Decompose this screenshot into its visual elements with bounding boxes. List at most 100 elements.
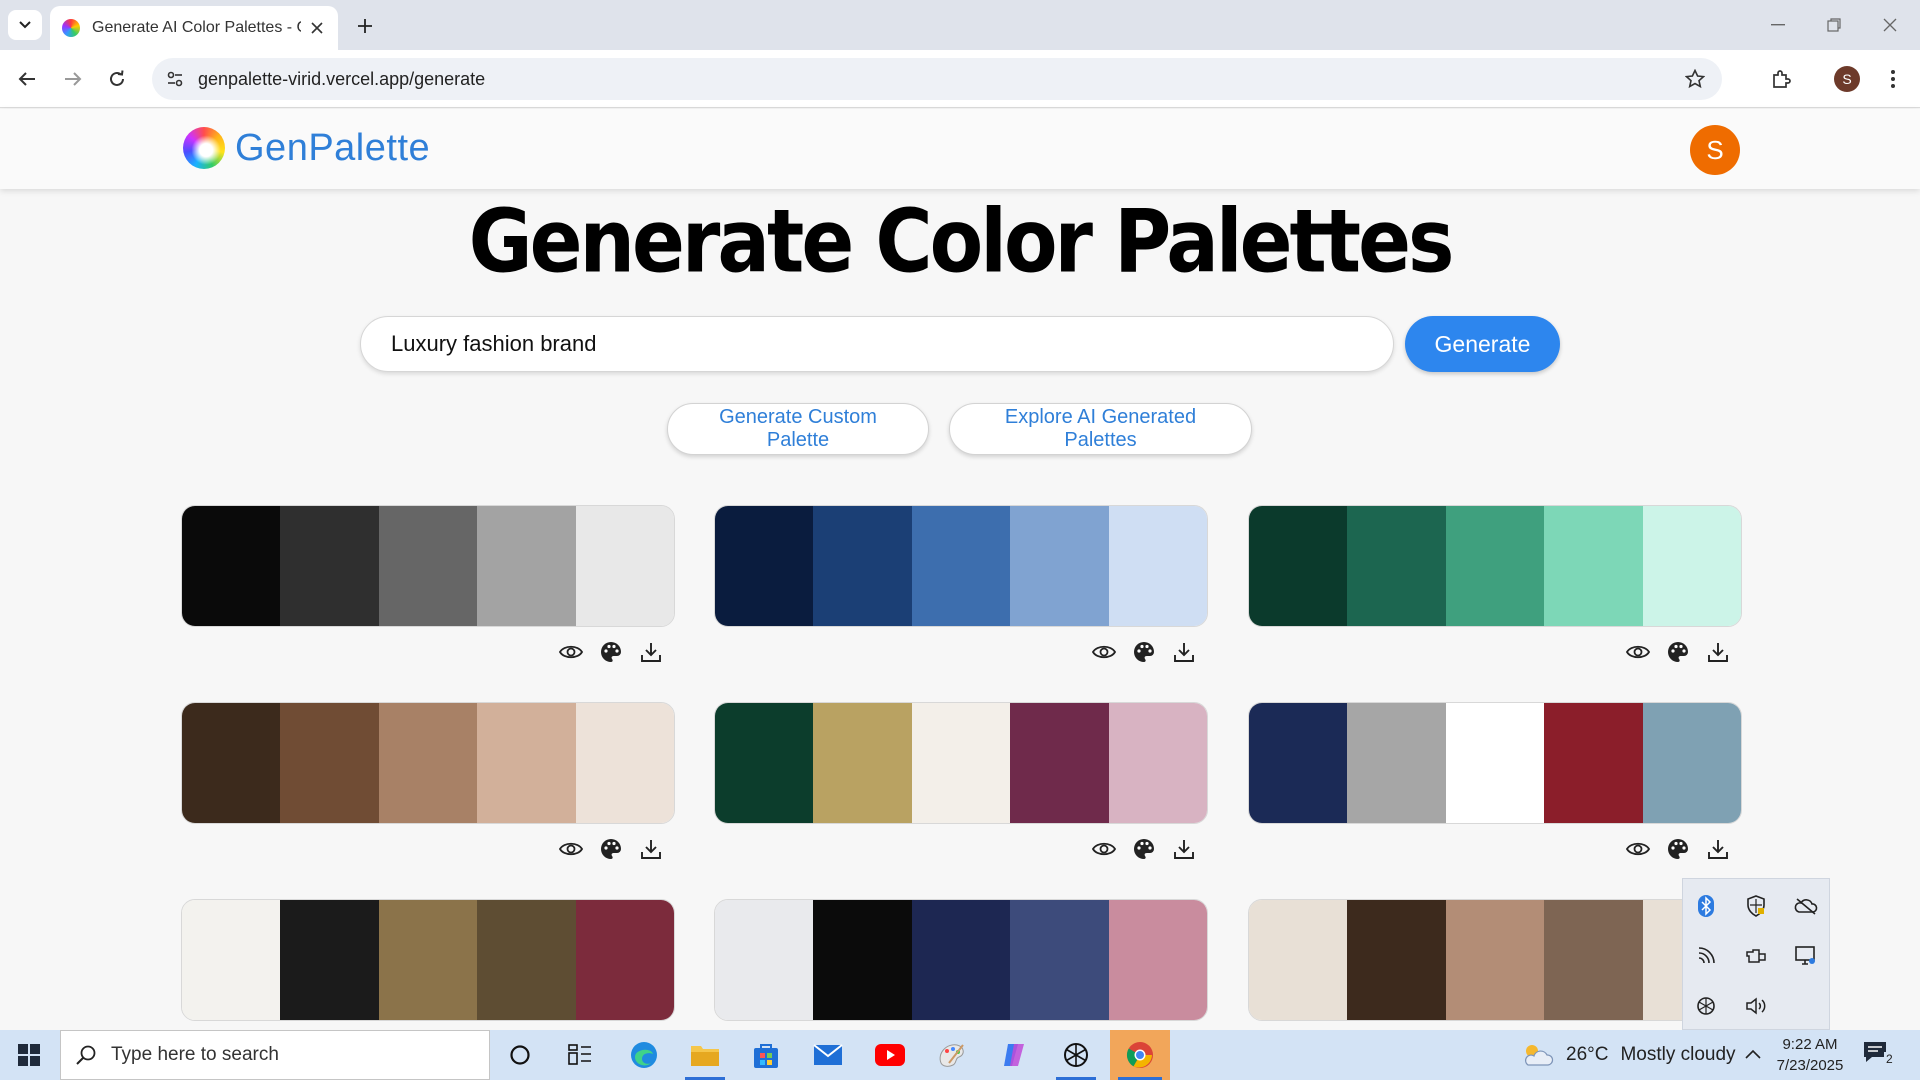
browser-profile-avatar[interactable]: S <box>1834 66 1860 92</box>
display-settings-icon[interactable] <box>1781 931 1831 981</box>
color-swatch[interactable] <box>911 506 1011 626</box>
color-swatch[interactable] <box>378 506 478 626</box>
edit-palette-button[interactable] <box>599 640 623 664</box>
security-shield-icon[interactable] <box>1731 881 1781 931</box>
color-swatch[interactable] <box>813 900 912 1020</box>
color-swatch[interactable] <box>280 703 379 823</box>
microsoft-store-button[interactable] <box>738 1030 794 1080</box>
download-palette-button[interactable] <box>639 837 663 861</box>
close-window-button[interactable] <box>1870 10 1910 40</box>
genpalette-logo-icon[interactable] <box>183 127 225 169</box>
color-swatch[interactable] <box>1010 506 1109 626</box>
paint-app-button[interactable] <box>924 1030 980 1080</box>
extensions-button[interactable] <box>1764 62 1798 96</box>
new-tab-button[interactable] <box>350 12 380 40</box>
color-swatch[interactable] <box>1544 900 1643 1020</box>
color-swatch[interactable] <box>1544 506 1643 626</box>
bookmark-star-button[interactable] <box>1684 68 1706 90</box>
color-swatch[interactable] <box>1642 703 1741 823</box>
color-swatch[interactable] <box>1249 900 1348 1020</box>
color-swatch[interactable] <box>1108 703 1207 823</box>
color-swatch[interactable] <box>477 506 576 626</box>
active-tab[interactable]: Generate AI Color Palettes - GenPalette <box>50 6 338 50</box>
reload-button[interactable] <box>100 62 134 96</box>
weather-widget[interactable]: 26°C Mostly cloudy <box>1520 1030 1736 1080</box>
task-view-button[interactable] <box>552 1030 608 1080</box>
usb-device-icon[interactable] <box>1731 931 1781 981</box>
color-swatch[interactable] <box>1249 506 1348 626</box>
forward-button[interactable] <box>56 62 90 96</box>
explore-ai-palettes-button[interactable]: Explore AI Generated Palettes <box>949 403 1252 455</box>
color-swatch[interactable] <box>182 900 281 1020</box>
prompt-input[interactable] <box>361 317 1393 371</box>
color-swatch[interactable] <box>813 506 912 626</box>
chatgpt-icon[interactable] <box>1681 981 1731 1031</box>
palette-swatches[interactable] <box>1248 899 1742 1021</box>
download-palette-button[interactable] <box>1172 837 1196 861</box>
edit-palette-button[interactable] <box>1132 640 1156 664</box>
color-swatch[interactable] <box>1108 506 1207 626</box>
color-swatch[interactable] <box>715 506 814 626</box>
color-swatch[interactable] <box>575 506 674 626</box>
palette-swatches[interactable] <box>714 505 1208 627</box>
color-swatch[interactable] <box>280 506 379 626</box>
file-explorer-button[interactable] <box>677 1030 733 1080</box>
edge-browser-button[interactable] <box>616 1030 672 1080</box>
color-swatch[interactable] <box>1445 900 1545 1020</box>
chrome-button[interactable] <box>1110 1030 1170 1080</box>
generate-custom-palette-button[interactable]: Generate Custom Palette <box>667 403 929 455</box>
palette-swatches[interactable] <box>1248 702 1742 824</box>
color-swatch[interactable] <box>182 703 281 823</box>
youtube-button[interactable] <box>862 1030 918 1080</box>
bluetooth-icon[interactable] <box>1681 881 1731 931</box>
color-swatch[interactable] <box>911 703 1011 823</box>
color-swatch[interactable] <box>715 900 814 1020</box>
color-swatch[interactable] <box>182 506 281 626</box>
color-swatch[interactable] <box>575 900 674 1020</box>
edit-palette-button[interactable] <box>1132 837 1156 861</box>
wireless-display-icon[interactable] <box>1681 931 1731 981</box>
back-button[interactable] <box>10 62 44 96</box>
edit-palette-button[interactable] <box>599 837 623 861</box>
chatgpt-app-button[interactable] <box>1048 1030 1104 1080</box>
palette-swatches[interactable] <box>1248 505 1742 627</box>
user-avatar[interactable]: S <box>1690 125 1740 175</box>
color-swatch[interactable] <box>1108 900 1207 1020</box>
color-swatch[interactable] <box>1010 900 1109 1020</box>
mail-button[interactable] <box>800 1030 856 1080</box>
color-swatch[interactable] <box>1347 703 1446 823</box>
show-hidden-icons-button[interactable] <box>1744 1044 1762 1071</box>
color-swatch[interactable] <box>813 703 912 823</box>
restore-button[interactable] <box>1814 10 1854 40</box>
volume-icon[interactable] <box>1731 981 1781 1031</box>
color-swatch[interactable] <box>575 703 674 823</box>
color-swatch[interactable] <box>1544 703 1643 823</box>
view-palette-button[interactable] <box>1092 837 1116 861</box>
color-swatch[interactable] <box>280 900 379 1020</box>
taskbar-clock[interactable]: 9:22 AM 7/23/2025 <box>1770 1034 1850 1076</box>
color-swatch[interactable] <box>1347 900 1446 1020</box>
view-palette-button[interactable] <box>1626 837 1650 861</box>
view-palette-button[interactable] <box>559 640 583 664</box>
palette-swatches[interactable] <box>714 702 1208 824</box>
palette-swatches[interactable] <box>181 899 675 1021</box>
notification-center-button[interactable]: 2 <box>1862 1040 1902 1070</box>
download-palette-button[interactable] <box>639 640 663 664</box>
generate-button[interactable]: Generate <box>1405 316 1560 372</box>
edit-palette-button[interactable] <box>1666 837 1690 861</box>
palette-swatches[interactable] <box>181 505 675 627</box>
onedrive-offline-icon[interactable] <box>1781 881 1831 931</box>
color-swatch[interactable] <box>477 703 576 823</box>
palette-swatches[interactable] <box>714 899 1208 1021</box>
color-swatch[interactable] <box>911 900 1011 1020</box>
address-bar[interactable]: genpalette-virid.vercel.app/generate <box>152 58 1722 100</box>
taskbar-search-box[interactable]: Type here to search <box>60 1030 490 1080</box>
color-swatch[interactable] <box>1010 703 1109 823</box>
color-swatch[interactable] <box>1642 506 1741 626</box>
tab-close-button[interactable] <box>307 18 326 38</box>
color-swatch[interactable] <box>1347 506 1446 626</box>
color-swatch[interactable] <box>477 900 576 1020</box>
color-swatch[interactable] <box>378 703 478 823</box>
view-palette-button[interactable] <box>1092 640 1116 664</box>
palette-swatches[interactable] <box>181 702 675 824</box>
